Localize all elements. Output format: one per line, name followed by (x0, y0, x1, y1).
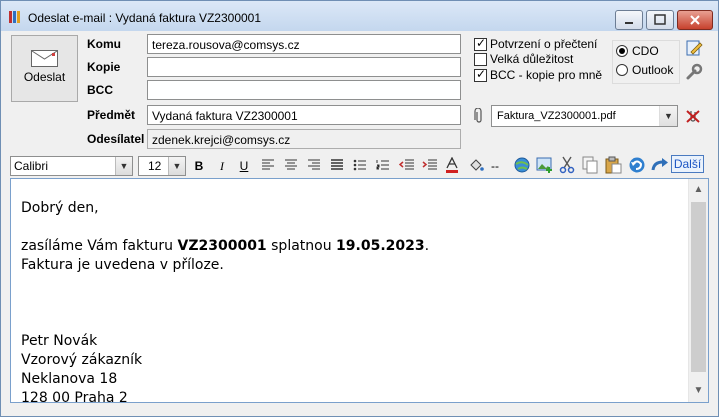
chevron-down-icon: ▼ (168, 157, 185, 175)
bold-button[interactable]: B (191, 158, 207, 174)
signature-company: Vzorový zákazník (21, 352, 143, 368)
bcc-input[interactable] (147, 80, 461, 100)
signature-name: Petr Novák (21, 333, 98, 349)
copy-icon[interactable] (582, 156, 599, 174)
redo-icon[interactable] (651, 156, 669, 174)
scroll-down-icon[interactable]: ▼ (689, 382, 708, 400)
globe-link-icon[interactable] (513, 156, 531, 174)
subject-label: Předmět (87, 108, 136, 122)
font-family-value: Calibri (14, 159, 49, 173)
scroll-up-icon[interactable]: ▲ (689, 181, 708, 199)
outdent-icon[interactable] (399, 158, 415, 172)
paperclip-icon (474, 108, 482, 123)
scroll-thumb[interactable] (691, 202, 706, 372)
read-receipt-label: Potvrzení o přečtení (490, 37, 598, 51)
vertical-scrollbar[interactable]: ▲ ▼ (688, 179, 708, 402)
bcc-label: BCC (87, 83, 113, 97)
numbered-list-icon[interactable] (376, 158, 390, 172)
close-button[interactable] (677, 10, 713, 30)
invoice-line-text: zasíláme Vám fakturu (21, 238, 178, 254)
align-left-icon[interactable] (261, 158, 275, 172)
align-right-icon[interactable] (307, 158, 321, 172)
outlook-label: Outlook (632, 63, 674, 77)
email-window: Odeslat e-mail : Vydaná faktura VZ230000… (0, 0, 719, 417)
maximize-button[interactable] (646, 10, 674, 30)
attachment-note: Faktura je uvedena v příloze. (21, 257, 224, 273)
wrench-icon[interactable] (685, 63, 703, 81)
to-input[interactable]: tereza.rousova@comsys.cz (147, 34, 461, 54)
undo-icon[interactable] (628, 156, 646, 174)
radio-dot (619, 48, 625, 54)
edit-settings-icon[interactable] (685, 39, 703, 57)
checkmark-icon: ✓ (476, 36, 487, 50)
bcc-self-checkbox[interactable]: ✓ (474, 67, 487, 82)
message-editor[interactable]: Dobrý den, zasíláme Vám fakturu VZ230000… (10, 178, 709, 403)
to-label: Komu (87, 37, 121, 51)
signature-street: Neklanova 18 (21, 371, 118, 387)
window-title: Odeslat e-mail : Vydaná faktura VZ230000… (28, 11, 262, 25)
font-size-value: 12 (148, 159, 162, 173)
insert-image-icon[interactable] (536, 156, 554, 174)
close-icon (690, 15, 700, 25)
cdo-label: CDO (632, 44, 659, 58)
indent-icon[interactable] (422, 158, 438, 172)
cut-icon[interactable] (559, 156, 575, 174)
minimize-button[interactable] (615, 10, 643, 30)
due-date: 19.05.2023 (336, 238, 425, 254)
remove-attachment-icon[interactable] (685, 108, 701, 124)
chevron-down-icon: ▼ (115, 157, 132, 175)
separator-text: -- (491, 159, 499, 173)
italic-button[interactable]: I (214, 158, 230, 174)
envelope-icon (31, 50, 58, 67)
sender-label: Odesílatel (87, 132, 145, 146)
attachment-value: Faktura_VZ2300001.pdf (497, 110, 616, 122)
cc-label: Kopie (87, 60, 121, 74)
font-size-select[interactable]: 12 ▼ (138, 156, 186, 176)
outlook-radio[interactable] (616, 64, 628, 76)
high-importance-label: Velká důležitost (490, 52, 574, 66)
sender-field: zdenek.krejci@comsys.cz (147, 129, 461, 149)
bullet-list-icon[interactable] (353, 158, 367, 172)
invoice-number: VZ2300001 (177, 238, 267, 254)
paste-icon[interactable] (605, 156, 622, 174)
app-icon (9, 11, 20, 23)
minimize-icon (625, 22, 633, 24)
bcc-self-label: BCC - kopie pro mně (490, 68, 603, 82)
send-button[interactable]: Odeslat (11, 35, 78, 102)
maximize-icon (654, 14, 666, 25)
signature-city: 128 00 Praha 2 (21, 390, 128, 403)
read-receipt-checkbox[interactable]: ✓ (474, 36, 487, 51)
checkmark-icon: ✓ (476, 67, 487, 81)
more-button[interactable]: Další (671, 155, 704, 173)
message-body: Dobrý den, zasíláme Vám fakturu VZ230000… (21, 199, 429, 403)
format-toolbar: Calibri ▼ 12 ▼ B I U -- Další (1, 152, 718, 178)
font-color-icon[interactable] (445, 157, 459, 173)
align-center-icon[interactable] (284, 158, 298, 172)
greeting-line: Dobrý den, (21, 200, 99, 216)
align-justify-icon[interactable] (330, 158, 344, 172)
cdo-radio[interactable] (616, 45, 628, 57)
subject-input[interactable]: Vydaná faktura VZ2300001 (147, 105, 461, 125)
title-bar: Odeslat e-mail : Vydaná faktura VZ230000… (1, 1, 718, 31)
high-importance-checkbox[interactable] (474, 53, 487, 66)
font-family-select[interactable]: Calibri ▼ (10, 156, 133, 176)
cc-input[interactable] (147, 57, 461, 77)
line-end: . (424, 238, 430, 254)
invoice-line: zasíláme Vám fakturu VZ2300001 splatnou … (21, 237, 429, 256)
fill-color-icon[interactable] (468, 157, 484, 173)
chevron-down-icon: ▼ (659, 106, 677, 126)
due-text: splatnou (266, 238, 337, 254)
underline-button[interactable]: U (236, 158, 252, 174)
send-button-label: Odeslat (23, 70, 66, 84)
attachment-select[interactable]: Faktura_VZ2300001.pdf ▼ (491, 105, 678, 127)
